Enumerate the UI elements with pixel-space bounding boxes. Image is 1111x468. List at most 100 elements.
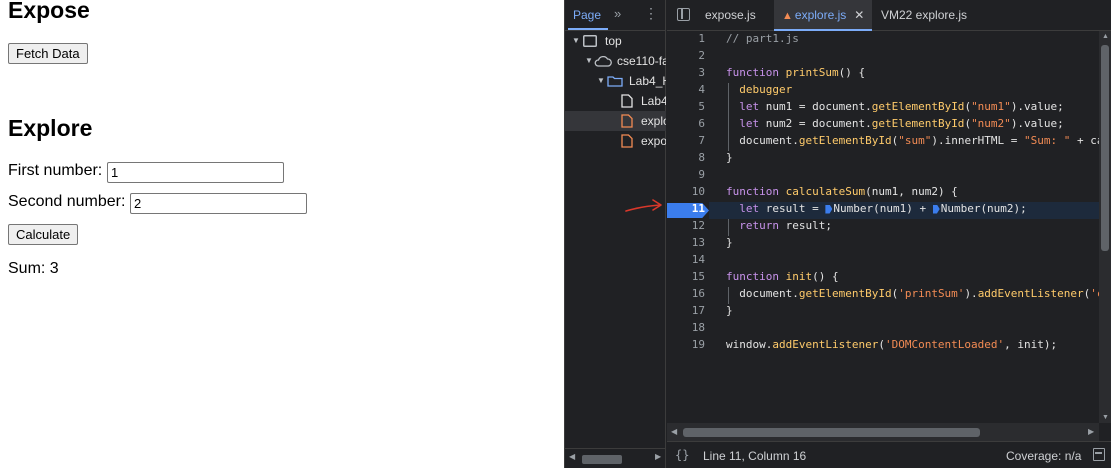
code-area[interactable]: 1// part1.js 2 3 function printSum() { 4 deb…	[667, 31, 1099, 423]
line-number[interactable]: 5	[667, 100, 705, 113]
code-token: (num1, num2) {	[865, 185, 958, 198]
line-number[interactable]: 2	[667, 49, 705, 62]
code-line[interactable]: 18	[667, 321, 1099, 338]
tab-explore-js[interactable]: ▲ explore.js ✕	[774, 0, 873, 31]
scroll-right-icon[interactable]: ▶	[655, 452, 661, 461]
line-number[interactable]: 15	[667, 270, 705, 283]
code-line[interactable]: 16 document.getElementById('printSum').a…	[667, 287, 1099, 304]
line-number[interactable]: 14	[667, 253, 705, 266]
tree-item-file[interactable]: Lab4	[565, 91, 666, 111]
code-line[interactable]: 9	[667, 168, 1099, 185]
tab-vm-explore-js[interactable]: VM22 explore.js	[873, 0, 975, 31]
code-line[interactable]: 11 let result = Number(num1) + Number(nu…	[667, 202, 1099, 219]
tab-expose-js[interactable]: expose.js	[697, 0, 764, 31]
code-token: getElementById	[871, 117, 965, 130]
kebab-menu-icon[interactable]: ⋮	[644, 5, 658, 22]
pretty-print-icon[interactable]: {}	[675, 448, 689, 462]
line-number[interactable]: 17	[667, 304, 705, 317]
code-line[interactable]: 14	[667, 253, 1099, 270]
file-navigator: Page » ⋮ ▼ top ▼ cse110-fa ▼ Lab4_H	[565, 0, 666, 468]
code-token: let	[739, 202, 766, 215]
line-number[interactable]: 18	[667, 321, 705, 334]
js-file-icon	[621, 114, 633, 128]
file-icon	[621, 94, 633, 108]
navigator-horizontal-scrollbar[interactable]: ◀ ▶	[565, 448, 666, 468]
more-tabs-chevron-icon[interactable]: »	[614, 6, 621, 21]
line-number[interactable]: 19	[667, 338, 705, 351]
line-number[interactable]: 9	[667, 168, 705, 181]
code-line[interactable]: 4 debugger	[667, 83, 1099, 100]
tree-item-folder[interactable]: ▼ Lab4_H	[565, 71, 666, 91]
line-number[interactable]: 16	[667, 287, 705, 300]
line-number[interactable]: 8	[667, 151, 705, 164]
code-line[interactable]: 1 // part1.js	[667, 32, 1099, 49]
line-number[interactable]: 13	[667, 236, 705, 249]
code-token: 'DOMContentLoaded'	[884, 338, 1005, 351]
vertical-scrollbar[interactable]: ▲ ▼	[1099, 31, 1111, 423]
code-line[interactable]: 3 function printSum() {	[667, 66, 1099, 83]
code-line[interactable]: 6 let num2 = document.getElementById("nu…	[667, 117, 1099, 134]
code-line[interactable]: 10 function calculateSum(num1, num2) {	[667, 185, 1099, 202]
line-content: debugger	[726, 83, 792, 96]
code-token: return	[739, 219, 786, 232]
second-number-input[interactable]	[130, 193, 307, 214]
expose-heading: Expose	[8, 0, 90, 23]
toggle-navigator-icon[interactable]	[677, 8, 690, 21]
code-line[interactable]: 13}	[667, 236, 1099, 253]
line-content: let result = Number(num1) + Number(num2)…	[726, 202, 1027, 215]
code-token: ).value;	[1010, 117, 1064, 130]
line-number[interactable]: 7	[667, 134, 705, 147]
code-line[interactable]: 19 window.addEventListener('DOMContentLoa…	[667, 338, 1099, 355]
first-number-input[interactable]	[107, 162, 284, 183]
line-content: document.getElementById('printSum').addE…	[726, 287, 1099, 300]
tree-item-top[interactable]: ▼ top	[565, 31, 666, 51]
scrollbar-thumb[interactable]	[1101, 45, 1109, 251]
calculate-button[interactable]: Calculate	[8, 224, 79, 245]
editor-tabs: expose.js ▲ explore.js ✕ VM22 explore.js	[667, 0, 1111, 31]
code-token: + ca	[1077, 134, 1099, 147]
first-number-label: First number:	[8, 162, 103, 179]
code-line[interactable]: 2	[667, 49, 1099, 66]
code-line[interactable]: 7 document.getElementById("sum").innerHT…	[667, 134, 1099, 151]
folder-icon	[607, 76, 623, 87]
line-number[interactable]: 12	[667, 219, 705, 232]
code-token: "num2"	[971, 117, 1011, 130]
code-token: 'c	[1090, 287, 1099, 300]
line-number[interactable]: 4	[667, 83, 705, 96]
tree-item-label: explo	[641, 114, 666, 128]
line-content: function printSum() {	[726, 66, 865, 79]
fetch-data-button[interactable]: Fetch Data	[8, 43, 88, 64]
scroll-right-icon[interactable]: ▶	[1088, 427, 1094, 436]
line-content: let num2 = document.getElementById("num2…	[726, 117, 1064, 130]
inline-breakpoint-icon[interactable]	[825, 204, 833, 214]
scrollbar-thumb[interactable]	[582, 455, 622, 464]
line-number[interactable]: 10	[667, 185, 705, 198]
close-icon[interactable]: ✕	[854, 8, 864, 22]
scrollbar-thumb[interactable]	[683, 428, 980, 437]
frame-icon	[583, 35, 597, 47]
scroll-left-icon[interactable]: ◀	[671, 427, 677, 436]
code-line[interactable]: 17}	[667, 304, 1099, 321]
scroll-up-icon[interactable]: ▲	[1102, 33, 1109, 40]
code-line[interactable]: 12 return result;	[667, 219, 1099, 236]
line-number[interactable]: 6	[667, 117, 705, 130]
line-number[interactable]: 11	[667, 202, 705, 215]
tab-page[interactable]: Page	[573, 8, 601, 22]
tree-item-domain[interactable]: ▼ cse110-fa	[565, 51, 666, 71]
code-line[interactable]: 8}	[667, 151, 1099, 168]
tree-item-file[interactable]: expo	[565, 131, 666, 151]
drawer-toggle-icon[interactable]	[1093, 448, 1105, 461]
code-token: , init);	[1004, 338, 1058, 351]
inline-breakpoint-icon[interactable]	[932, 204, 940, 214]
code-line[interactable]: 15 function init() {	[667, 270, 1099, 287]
horizontal-scrollbar[interactable]: ◀ ▶	[667, 423, 1099, 441]
line-number[interactable]: 3	[667, 66, 705, 79]
tree-item-file-selected[interactable]: explo	[565, 111, 666, 131]
coverage-status: Coverage: n/a	[1006, 449, 1082, 463]
code-token: Number(num1) +	[833, 202, 933, 215]
scroll-left-icon[interactable]: ◀	[569, 452, 575, 461]
line-number[interactable]: 1	[667, 32, 705, 45]
scroll-down-icon[interactable]: ▼	[1102, 414, 1109, 421]
code-line[interactable]: 5 let num1 = document.getElementById("nu…	[667, 100, 1099, 117]
